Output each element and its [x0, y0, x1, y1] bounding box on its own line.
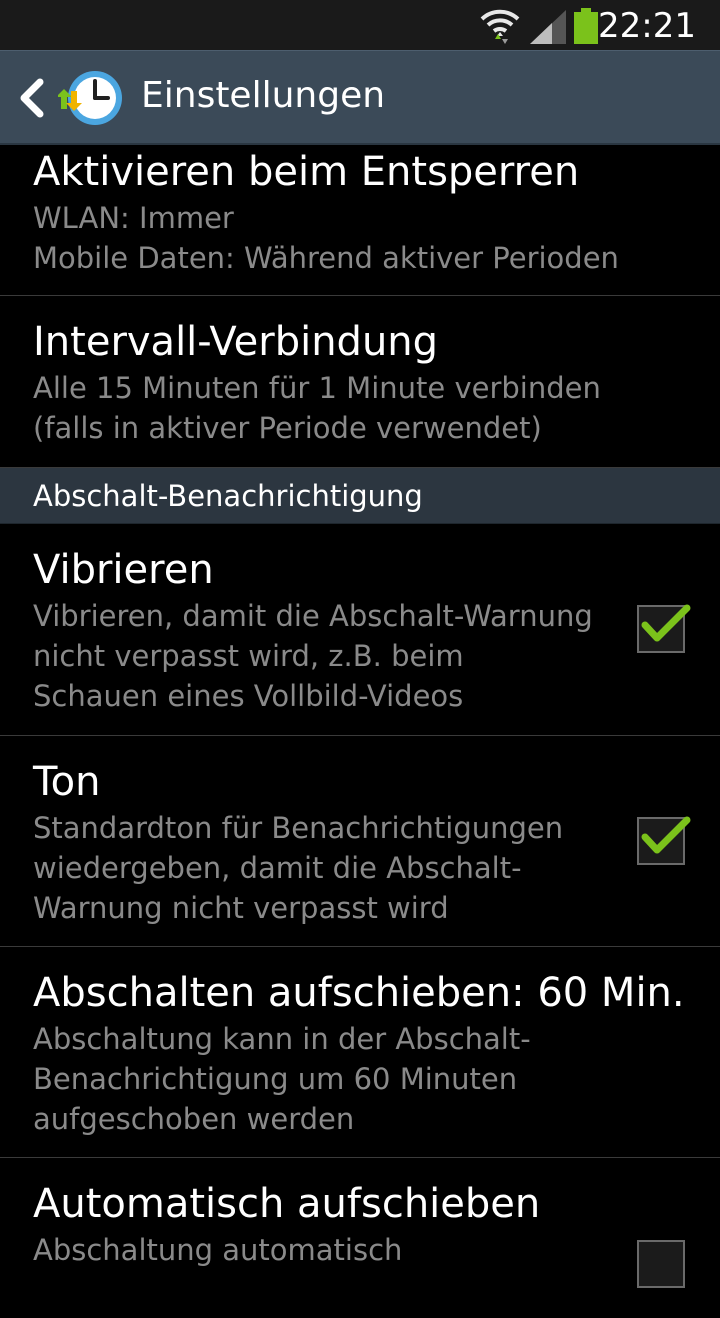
pref-summary: wiedergeben, damit die Abschalt-: [33, 851, 522, 885]
pref-summary: WLAN: Immer: [33, 201, 234, 235]
pref-summary: Benachrichtigung um 60 Minuten: [33, 1062, 518, 1096]
pref-sound[interactable]: Ton Standardton für Benachrichtigungen w…: [0, 736, 720, 947]
pref-activate-on-unlock[interactable]: Aktivieren beim Entsperren WLAN: Immer M…: [0, 145, 720, 296]
vibrate-checkbox[interactable]: [637, 604, 691, 653]
pref-summary: Warnung nicht verpasst wird: [33, 891, 449, 925]
status-time: 22:21: [598, 6, 696, 46]
battery-icon: [574, 8, 598, 44]
pref-title: Aktivieren beim Entsperren: [33, 149, 580, 195]
page-title: Einstellungen: [141, 75, 386, 116]
clock-arrows-icon[interactable]: [58, 67, 124, 129]
pref-summary: Abschaltung automatisch: [33, 1233, 403, 1267]
signal-icon: [530, 10, 566, 44]
pref-summary: Mobile Daten: Während aktiver Perioden: [33, 241, 619, 275]
pref-summary: nicht verpasst wird, z.B. beim: [33, 639, 464, 673]
pref-postpone-shutdown[interactable]: Abschalten aufschieben: 60 Min. Abschalt…: [0, 947, 720, 1158]
pref-summary: Standardton für Benachrichtigungen: [33, 811, 564, 845]
checkmark-icon: [641, 604, 691, 642]
pref-summary: aufgeschoben werden: [33, 1102, 355, 1136]
chevron-left-icon[interactable]: [14, 75, 48, 121]
pref-title: Vibrieren: [33, 547, 214, 593]
pref-summary: Vibrieren, damit die Abschalt-Warnung: [33, 599, 593, 633]
section-header: Abschalt-Benachrichtigung: [0, 468, 720, 524]
pref-summary: (falls in aktiver Periode verwendet): [33, 411, 542, 445]
sound-checkbox[interactable]: [637, 816, 691, 865]
checkmark-icon: [641, 816, 691, 854]
pref-title: Ton: [33, 759, 101, 805]
pref-interval-connection[interactable]: Intervall-Verbindung Alle 15 Minuten für…: [0, 296, 720, 468]
pref-summary: Alle 15 Minuten für 1 Minute verbinden: [33, 371, 601, 405]
pref-summary: Schauen eines Vollbild-Videos: [33, 679, 464, 713]
pref-title: Intervall-Verbindung: [33, 319, 439, 365]
action-bar: Einstellungen: [0, 50, 720, 145]
pref-summary: Abschaltung kann in der Abschalt-: [33, 1022, 531, 1056]
auto-postpone-checkbox[interactable]: [637, 1240, 685, 1288]
pref-title: Automatisch aufschieben: [33, 1181, 541, 1227]
wifi-icon: [480, 9, 520, 44]
pref-auto-postpone[interactable]: Automatisch aufschieben Abschaltung auto…: [0, 1158, 720, 1318]
status-bar: 22:21: [0, 0, 720, 50]
pref-vibrate[interactable]: Vibrieren Vibrieren, damit die Abschalt-…: [0, 524, 720, 736]
pref-title: Abschalten aufschieben: 60 Min.: [33, 970, 685, 1016]
settings-list: Aktivieren beim Entsperren WLAN: Immer M…: [0, 145, 720, 1318]
